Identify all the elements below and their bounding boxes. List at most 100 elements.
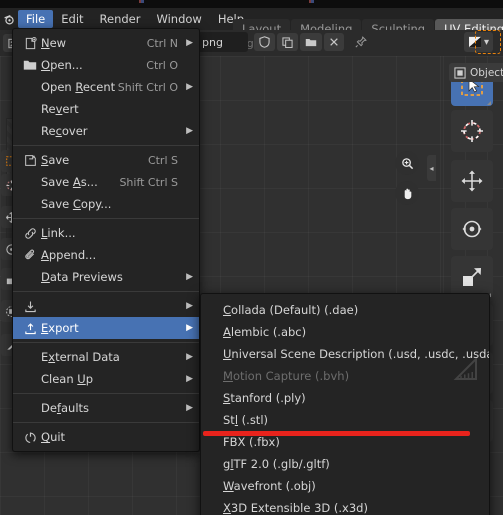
zoom-tool-icon[interactable] bbox=[395, 151, 419, 175]
title-tick-blue-2 bbox=[311, 0, 314, 3]
menu-item-save[interactable]: Save Ctrl S bbox=[13, 149, 199, 171]
menu-item-save-shortcut: Ctrl S bbox=[147, 153, 178, 167]
chevron-right-icon: ▶ bbox=[186, 38, 193, 48]
tool-cursor[interactable] bbox=[451, 110, 493, 152]
menu-item-save-copy-label: Save Copy... bbox=[41, 197, 112, 211]
tool-scale[interactable] bbox=[451, 256, 493, 298]
sidebar-toggle-arrow-icon[interactable]: ◂ bbox=[427, 155, 436, 181]
chevron-right-icon-previews: ▶ bbox=[186, 272, 193, 282]
append-paperclip-icon bbox=[19, 249, 41, 262]
link-chain-icon bbox=[19, 227, 41, 240]
export-item-alembic[interactable]: Alembic (.abc) bbox=[201, 321, 489, 343]
active-tool-highlight-outline bbox=[475, 30, 501, 54]
fake-user-shield-icon[interactable] bbox=[254, 33, 275, 51]
menu-item-import[interactable]: ▶ bbox=[13, 295, 199, 317]
menu-item-data-previews[interactable]: Data Previews ▶ bbox=[13, 266, 199, 288]
export-item-stl-label: Stl (.stl) bbox=[223, 413, 268, 427]
main-menubar: File Edit Render Window Help bbox=[18, 8, 252, 30]
export-arrow-up-icon bbox=[19, 322, 41, 335]
menu-edit[interactable]: Edit bbox=[53, 10, 91, 28]
export-item-stl[interactable]: Stl (.stl) bbox=[201, 409, 489, 431]
export-item-x3d-label: X3D Extensible 3D (.x3d) bbox=[223, 501, 368, 515]
export-item-x3d[interactable]: X3D Extensible 3D (.x3d) bbox=[201, 497, 489, 515]
menu-item-defaults[interactable]: Defaults ▶ bbox=[13, 397, 199, 419]
tool-expand-corner[interactable] bbox=[487, 101, 491, 105]
menu-separator-1 bbox=[13, 145, 199, 146]
blender-logo-icon[interactable] bbox=[0, 8, 18, 30]
menu-item-append[interactable]: Append... bbox=[13, 244, 199, 266]
menu-item-recover-label: Recover bbox=[41, 124, 88, 138]
export-item-ply-label: Stanford (.ply) bbox=[223, 391, 306, 405]
menu-item-external-data[interactable]: External Data ▶ bbox=[13, 346, 199, 368]
submenu-decor-icon bbox=[451, 352, 481, 386]
export-item-bvh: Motion Capture (.bvh) bbox=[201, 365, 489, 387]
menu-item-external-data-label: External Data bbox=[41, 350, 120, 364]
menu-item-open-shortcut: Ctrl O bbox=[146, 58, 178, 72]
menu-item-save-as-shortcut: Shift Ctrl S bbox=[119, 175, 178, 189]
menu-file[interactable]: File bbox=[18, 10, 54, 28]
export-item-collada[interactable]: Collada (Default) (.dae) bbox=[201, 299, 489, 321]
chevron-right-icon-external: ▶ bbox=[186, 352, 193, 362]
menu-item-revert[interactable]: Revert bbox=[13, 98, 199, 120]
menu-item-save-as[interactable]: Save As... Shift Ctrl S bbox=[13, 171, 199, 193]
menu-item-recover[interactable]: Recover ▶ bbox=[13, 120, 199, 142]
menu-item-new-label: New bbox=[41, 36, 67, 50]
window-title-strip bbox=[0, 0, 503, 8]
menu-item-open[interactable]: Open... Ctrl O bbox=[13, 54, 199, 76]
export-item-ply[interactable]: Stanford (.ply) bbox=[201, 387, 489, 409]
menu-item-new[interactable]: New Ctrl N ▶ bbox=[13, 32, 199, 54]
export-item-usd[interactable]: Universal Scene Description (.usd, .usdc… bbox=[201, 343, 489, 365]
object-mode-icon bbox=[454, 66, 466, 79]
export-item-obj[interactable]: Wavefront (.obj) bbox=[201, 475, 489, 497]
menu-item-defaults-label: Defaults bbox=[41, 401, 90, 415]
menu-item-data-previews-label: Data Previews bbox=[41, 270, 123, 284]
export-item-bvh-label: Motion Capture (.bvh) bbox=[223, 369, 350, 383]
menu-item-link-label: Link... bbox=[41, 226, 76, 240]
menu-item-clean-up[interactable]: Clean Up ▶ bbox=[13, 368, 199, 390]
save-icon bbox=[19, 154, 41, 167]
export-item-fbx-label: FBX (.fbx) bbox=[223, 435, 280, 449]
menu-separator-3 bbox=[13, 291, 199, 292]
export-item-alembic-label: Alembic (.abc) bbox=[223, 325, 307, 339]
export-item-gltf[interactable]: glTF 2.0 (.glb/.gltf) bbox=[201, 453, 489, 475]
export-item-obj-label: Wavefront (.obj) bbox=[223, 479, 316, 493]
menu-separator-4 bbox=[13, 342, 199, 343]
menu-item-save-copy[interactable]: Save Copy... bbox=[13, 193, 199, 215]
menu-item-link[interactable]: Link... bbox=[13, 222, 199, 244]
menu-window[interactable]: Window bbox=[148, 10, 209, 28]
tool-rotate[interactable] bbox=[451, 208, 493, 250]
annotation-red-underline bbox=[203, 431, 470, 436]
object-mode-selector[interactable]: Object bbox=[449, 63, 503, 82]
menu-item-open-recent-label: Open Recent bbox=[41, 80, 116, 94]
chevron-right-icon-export: ▶ bbox=[186, 323, 193, 333]
object-mode-label: Object bbox=[470, 66, 503, 79]
topbar: File Edit Render Window Help Layout Mode… bbox=[0, 8, 503, 38]
pan-tool-icon[interactable] bbox=[395, 181, 419, 205]
menu-item-new-shortcut: Ctrl N bbox=[146, 36, 178, 50]
menu-item-save-as-label: Save As... bbox=[41, 175, 98, 189]
blender-window: File Edit Render Window Help Layout Mode… bbox=[0, 0, 503, 515]
pin-icon[interactable] bbox=[350, 33, 372, 51]
menu-separator-6 bbox=[13, 422, 199, 423]
tool-move[interactable] bbox=[451, 160, 493, 202]
menu-render[interactable]: Render bbox=[92, 10, 149, 28]
menu-item-save-label: Save bbox=[41, 153, 70, 167]
menu-item-quit[interactable]: Quit bbox=[13, 426, 199, 448]
unlink-datablock-x-icon[interactable] bbox=[324, 33, 344, 51]
menu-item-open-recent[interactable]: Open Recent Shift Ctrl O ▶ bbox=[13, 76, 199, 98]
export-item-collada-label: Collada (Default) (.dae) bbox=[223, 303, 359, 317]
chevron-right-icon-recover: ▶ bbox=[186, 126, 193, 136]
menu-separator-2 bbox=[13, 218, 199, 219]
menu-item-quit-label: Quit bbox=[41, 430, 66, 444]
menu-item-clean-up-label: Clean Up bbox=[41, 372, 94, 386]
open-image-folder-icon[interactable] bbox=[300, 33, 322, 51]
chevron-right-icon-cleanup: ▶ bbox=[186, 374, 193, 384]
chevron-right-icon-import: ▶ bbox=[186, 301, 193, 311]
open-folder-icon bbox=[19, 59, 41, 71]
chevron-right-icon-recent: ▶ bbox=[186, 82, 193, 92]
new-image-copy-icon[interactable] bbox=[277, 33, 298, 51]
file-dropdown-menu: New Ctrl N ▶ Open... Ctrl O Open Recent … bbox=[12, 28, 200, 452]
image-name-field[interactable]: png bbox=[196, 32, 248, 52]
menu-item-export[interactable]: Export ▶ bbox=[13, 317, 199, 339]
menu-item-open-label: Open... bbox=[41, 58, 83, 72]
